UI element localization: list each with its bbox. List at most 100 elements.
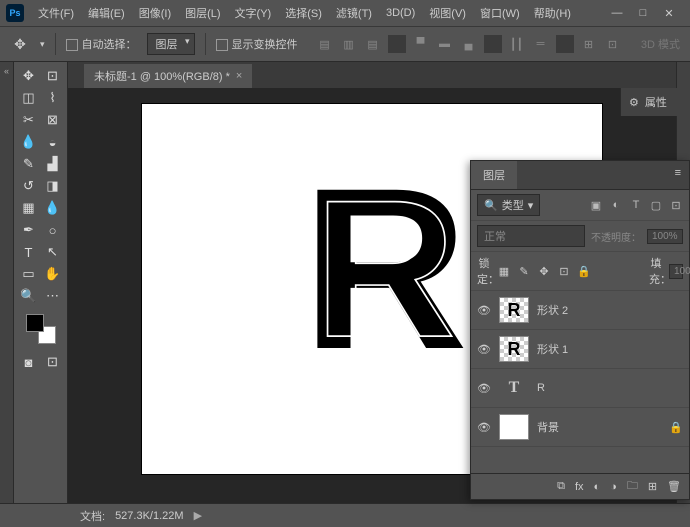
layer-mask-icon[interactable]: ◐: [594, 481, 601, 493]
blur-tool[interactable]: 💧: [42, 198, 64, 218]
lock-pixels-icon[interactable]: ✎: [517, 265, 531, 278]
dodge-tool[interactable]: ○: [42, 220, 64, 240]
align-center-v-icon[interactable]: ▬: [436, 35, 454, 53]
lock-position-icon[interactable]: ✥: [537, 265, 551, 278]
hand-tool[interactable]: ✋: [42, 264, 64, 284]
auto-select-option[interactable]: 自动选择：: [66, 36, 137, 52]
layer-thumb[interactable]: R: [499, 297, 529, 323]
layer-thumb[interactable]: [499, 414, 529, 440]
edit-toolbar[interactable]: ⋯: [42, 286, 64, 306]
filter-type-icon[interactable]: T: [629, 198, 643, 212]
filter-adjust-icon[interactable]: ◐: [609, 198, 623, 212]
filter-pixel-icon[interactable]: ▣: [589, 198, 603, 212]
type-tool[interactable]: T: [18, 242, 40, 262]
link-layers-icon[interactable]: ⧉: [557, 480, 565, 493]
layer-item[interactable]: 👁 背景 🔒: [471, 408, 689, 447]
opacity-value[interactable]: 100%: [647, 229, 683, 244]
align-left-icon[interactable]: ▤: [316, 35, 334, 53]
menu-type[interactable]: 文字(Y): [229, 2, 278, 24]
layer-thumb[interactable]: R: [499, 336, 529, 362]
left-collapse-strip[interactable]: «: [0, 62, 14, 503]
menu-window[interactable]: 窗口(W): [474, 2, 526, 24]
doc-info-value[interactable]: 527.3K/1.22M: [115, 510, 184, 522]
screen-mode-tool[interactable]: ⊡: [42, 352, 64, 372]
frame-tool[interactable]: ⊠: [42, 110, 64, 130]
show-transform-option[interactable]: 显示变换控件: [216, 36, 298, 52]
distribute-spacing-icon[interactable]: ⊞: [580, 35, 598, 53]
menu-edit[interactable]: 编辑(E): [82, 2, 131, 24]
layer-filter-dropdown[interactable]: 🔍 类型 ▾: [477, 194, 540, 216]
eyedropper-tool[interactable]: 💧: [18, 132, 40, 152]
maximize-button[interactable]: □: [636, 6, 650, 20]
eraser-tool[interactable]: ◨: [42, 176, 64, 196]
blend-mode-dropdown[interactable]: 正常: [477, 225, 585, 247]
document-tab[interactable]: 未标题-1 @ 100%(RGB/8) * ×: [84, 64, 252, 88]
align-right-icon[interactable]: ▤: [364, 35, 382, 53]
layer-name[interactable]: 背景: [537, 419, 661, 435]
patch-tool[interactable]: ◒: [42, 132, 64, 152]
menu-select[interactable]: 选择(S): [279, 2, 328, 24]
layer-item[interactable]: 👁 T R: [471, 369, 689, 408]
align-to-icon[interactable]: ⊡: [604, 35, 622, 53]
menu-image[interactable]: 图像(I): [133, 2, 177, 24]
properties-title[interactable]: 属性: [645, 94, 667, 110]
quick-mask-tool[interactable]: ◙: [18, 352, 40, 372]
layer-name[interactable]: 形状 1: [537, 341, 683, 357]
distribute-v-icon[interactable]: ═: [532, 35, 550, 53]
layers-tab[interactable]: 图层: [471, 161, 517, 189]
layer-style-icon[interactable]: fx: [575, 481, 584, 493]
artboard-tool[interactable]: ⊡: [42, 66, 64, 86]
align-top-icon[interactable]: ▀: [412, 35, 430, 53]
fill-value[interactable]: 100%: [669, 264, 683, 279]
menu-view[interactable]: 视图(V): [423, 2, 472, 24]
close-button[interactable]: ✕: [662, 6, 676, 20]
layer-name[interactable]: 形状 2: [537, 302, 683, 318]
new-layer-icon[interactable]: ⊞: [648, 480, 657, 493]
brush-tool[interactable]: ✎: [18, 154, 40, 174]
zoom-tool[interactable]: 🔍: [18, 286, 40, 306]
lock-all-icon[interactable]: 🔒: [577, 265, 591, 278]
layer-item[interactable]: 👁 R 形状 1: [471, 330, 689, 369]
tab-close-icon[interactable]: ×: [236, 70, 242, 82]
clone-tool[interactable]: ▟: [42, 154, 64, 174]
menu-file[interactable]: 文件(F): [32, 2, 80, 24]
crop-tool[interactable]: ✂: [18, 110, 40, 130]
distribute-h-icon[interactable]: ┃┃: [508, 35, 526, 53]
filter-smart-icon[interactable]: ⊡: [669, 198, 683, 212]
layer-thumb[interactable]: T: [499, 375, 529, 401]
align-bottom-icon[interactable]: ▄: [460, 35, 478, 53]
align-center-h-icon[interactable]: ▥: [340, 35, 358, 53]
menu-help[interactable]: 帮助(H): [528, 2, 577, 24]
color-swatches[interactable]: [26, 314, 56, 344]
move-tool[interactable]: ✥: [18, 66, 40, 86]
layer-item[interactable]: 👁 R 形状 2: [471, 291, 689, 330]
new-group-icon[interactable]: 🗀: [627, 477, 638, 496]
menu-3d[interactable]: 3D(D): [380, 4, 421, 22]
shape-tool[interactable]: ▭: [18, 264, 40, 284]
visibility-toggle[interactable]: 👁: [477, 343, 491, 356]
menu-layer[interactable]: 图层(L): [179, 2, 226, 24]
lock-artboard-icon[interactable]: ⊡: [557, 265, 571, 278]
pen-tool[interactable]: ✒: [18, 220, 40, 240]
visibility-toggle[interactable]: 👁: [477, 304, 491, 317]
visibility-toggle[interactable]: 👁: [477, 382, 491, 395]
adjustment-layer-icon[interactable]: ◑: [610, 481, 617, 493]
foreground-swatch[interactable]: [26, 314, 44, 332]
gradient-tool[interactable]: ▦: [18, 198, 40, 218]
minimize-button[interactable]: ―: [610, 6, 624, 20]
filter-shape-icon[interactable]: ▢: [649, 198, 663, 212]
marquee-tool[interactable]: ◫: [18, 88, 40, 108]
lock-transparency-icon[interactable]: ▦: [497, 265, 511, 278]
doc-info-menu-icon[interactable]: ▶: [194, 509, 202, 522]
delete-layer-icon[interactable]: 🗑: [667, 480, 681, 493]
history-brush-tool[interactable]: ↺: [18, 176, 40, 196]
panel-menu-icon[interactable]: ≡: [667, 161, 689, 189]
layer-name[interactable]: R: [537, 382, 683, 394]
lasso-tool[interactable]: ⌇: [42, 88, 64, 108]
opacity-label: 不透明度：: [591, 229, 641, 244]
path-select-tool[interactable]: ↖: [42, 242, 64, 262]
menu-filter[interactable]: 滤镜(T): [330, 2, 378, 24]
auto-select-dropdown[interactable]: 图层: [147, 33, 195, 55]
visibility-toggle[interactable]: 👁: [477, 421, 491, 434]
tool-preset-dropdown-icon[interactable]: ▾: [40, 39, 45, 50]
